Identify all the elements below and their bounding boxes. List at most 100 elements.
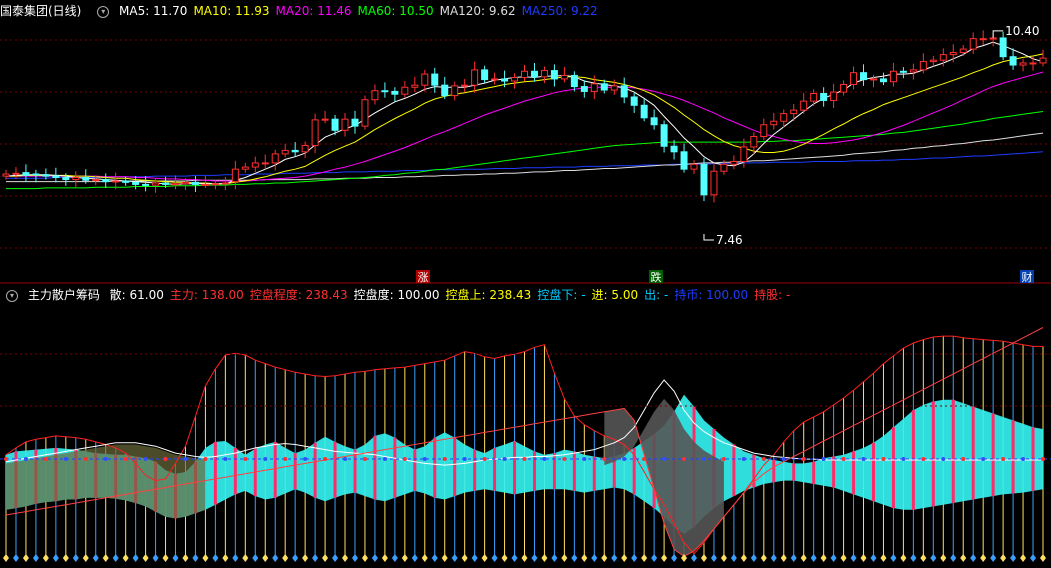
mid-dot	[303, 457, 308, 461]
ma-legend-item: MA250: 9.22	[521, 4, 598, 18]
mid-dot	[622, 457, 627, 461]
signal-diamond	[471, 554, 478, 562]
mid-dot	[442, 457, 447, 461]
mid-dot	[183, 457, 188, 461]
collapse-icon[interactable]: ▾	[97, 5, 110, 18]
mid-dot	[283, 457, 288, 461]
mid-dot	[1041, 457, 1045, 461]
indicator-value: 100.00	[706, 288, 749, 302]
mid-dot	[362, 457, 367, 461]
mid-dot	[143, 457, 148, 461]
signal-diamond	[910, 554, 917, 562]
signal-diamond	[3, 554, 9, 562]
signal-diamond	[491, 554, 498, 562]
signal-diamond	[391, 554, 398, 562]
signal-diamond	[152, 554, 159, 562]
signal-diamond	[411, 554, 418, 562]
signal-diamond	[481, 554, 488, 562]
mid-dot	[382, 457, 387, 461]
mid-dot	[43, 457, 48, 461]
main-chart-header: 国泰集团(日线) ▾ MA5: 11.70 MA10: 11.93 MA20: 11…	[0, 2, 610, 20]
signal-diamond	[332, 554, 339, 562]
ma-legend-item: MA20: 11.46	[275, 4, 352, 18]
signal-diamond	[451, 554, 458, 562]
indicator-key: 控盘程度:	[249, 288, 306, 302]
indicator-value: 5.00	[611, 288, 639, 302]
signal-diamond	[990, 554, 997, 562]
signal-diamond	[72, 554, 79, 562]
signal-diamond	[810, 554, 817, 562]
signal-diamond	[691, 554, 698, 562]
mid-dot	[502, 457, 507, 461]
signal-diamond	[421, 554, 428, 562]
chart-title: 国泰集团(日线)	[0, 4, 82, 18]
signal-diamond	[22, 554, 29, 562]
signal-diamond	[92, 554, 99, 562]
signal-diamond	[780, 554, 787, 562]
signal-diamond	[212, 554, 219, 562]
mid-dot	[642, 457, 647, 461]
signal-diamond	[511, 554, 518, 562]
indicator-value: -	[581, 288, 586, 302]
signal-diamond	[52, 554, 59, 562]
signal-diamond	[42, 554, 49, 562]
mid-dot	[123, 457, 128, 461]
signal-diamond	[351, 554, 358, 562]
signal-diamond	[700, 554, 707, 562]
signal-diamond	[282, 554, 289, 562]
mid-dot	[243, 457, 248, 461]
ma-legend-item: MA60: 10.50	[357, 4, 434, 18]
mid-dot	[602, 457, 607, 461]
signal-diamond	[611, 554, 618, 562]
mid-dot	[941, 457, 946, 461]
mid-dot	[1021, 457, 1026, 461]
signal-diamond	[242, 554, 249, 562]
mid-dot	[343, 457, 348, 461]
signal-diamond	[501, 554, 508, 562]
signal-diamond	[342, 554, 349, 562]
indicator-key: 主力:	[169, 288, 202, 302]
indicator-key: 持币:	[674, 288, 707, 302]
signal-diamond	[401, 554, 408, 562]
signal-diamond	[960, 554, 967, 562]
mid-dot	[901, 457, 906, 461]
mid-dot	[921, 457, 926, 461]
signal-diamond	[820, 554, 827, 562]
mid-dot	[1001, 457, 1006, 461]
signal-diamond	[800, 554, 807, 562]
signal-diamond	[302, 554, 309, 562]
signal-diamond	[760, 554, 767, 562]
signal-diamond	[62, 554, 69, 562]
mid-dot	[103, 457, 108, 461]
signal-diamond	[202, 554, 209, 562]
mid-dot	[781, 457, 786, 461]
signal-diamond	[361, 554, 368, 562]
mid-dot	[582, 457, 587, 461]
indicator-values: 散: 61.00 主力: 138.00 控盘程度: 238.43 控盘度: 100.0…	[110, 288, 797, 302]
mid-dot	[662, 457, 667, 461]
indicator-chart[interactable]	[0, 0, 1051, 568]
indicator-key: 持股:	[754, 288, 787, 302]
signal-diamond	[601, 554, 608, 562]
ma-legend: MA5: 11.70 MA10: 11.93 MA20: 11.46 MA60: 10…	[119, 4, 604, 18]
signal-diamond	[661, 554, 668, 562]
signal-diamond	[312, 554, 319, 562]
mid-dot	[402, 457, 407, 461]
signal-diamond	[740, 554, 747, 562]
mid-dot	[682, 457, 687, 461]
indicator-value: 238.43	[305, 288, 348, 302]
signal-diamond	[122, 554, 129, 562]
indicator-key: 进:	[591, 288, 612, 302]
signal-diamond	[730, 554, 737, 562]
signal-diamond	[262, 554, 269, 562]
mid-dot	[761, 457, 766, 461]
collapse-icon[interactable]: ▾	[6, 289, 18, 302]
signal-diamond	[252, 554, 259, 562]
mid-dot	[741, 457, 746, 461]
signal-diamond	[710, 554, 717, 562]
indicator-name: 主力散户筹码	[27, 288, 100, 302]
signal-diamond	[651, 554, 658, 562]
signal-diamond	[940, 554, 947, 562]
mid-dot	[482, 457, 487, 461]
signal-diamond	[292, 554, 299, 562]
